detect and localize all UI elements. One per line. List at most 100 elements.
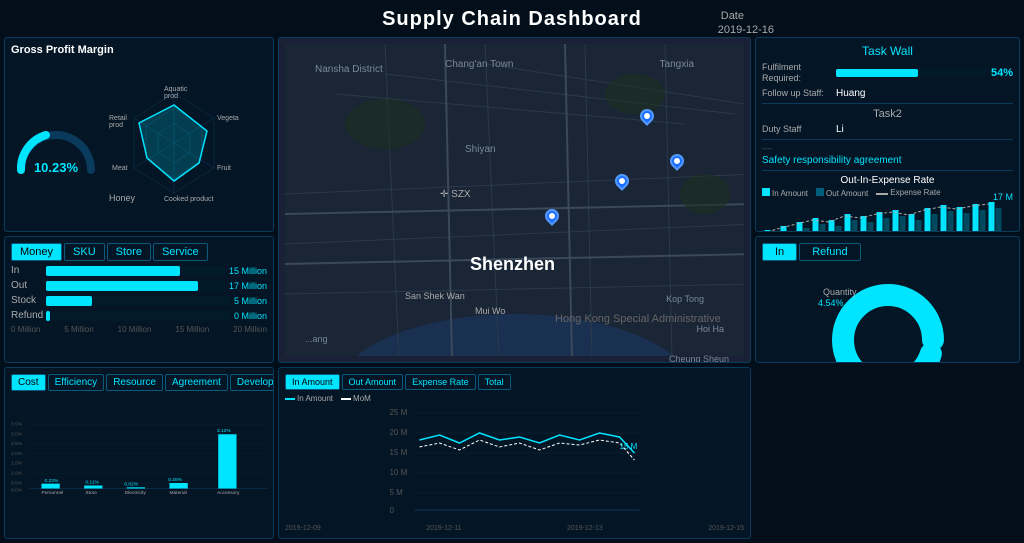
bar-fill-stock [46,296,92,306]
progress-fill [836,69,918,77]
map-label-cheunsheun: Cheung Sheun [669,354,729,363]
svg-text:0.23%: 0.23% [45,478,59,484]
svg-text:15 M: 15 M [620,442,638,451]
map-label-tangxia: Tangxia [660,59,694,70]
svg-text:3.5%: 3.5% [11,422,23,428]
bar-row-out: Out 17 Million [11,280,267,291]
bar-val-stock: 5 Million [234,296,267,306]
svg-text:Personnel: Personnel [41,490,63,496]
svg-text:3.12%: 3.12% [217,428,231,434]
map-label-muiwo: Mui Wo [475,306,505,316]
svg-text:0.28%: 0.28% [168,477,182,483]
map-panel: Nansha District Chang'an Town Tangxia Sh… [278,37,751,363]
cost-tab-cost[interactable]: Cost [11,374,46,391]
bar-fill-refund [46,311,50,321]
cost-chart-area: 3.5% 3.0% 2.5% 2.0% 1.5% 1.0% 0.5% 0.0% [11,395,267,532]
donut-panel: In Refund Quantity 4.54% Quality 95.16% [755,236,1020,363]
duty-staff-value: Li [836,124,844,135]
svg-text:Accessory: Accessory [217,490,240,496]
page-title: Supply Chain Dashboard [0,0,1024,33]
bar-val-out: 17 Million [229,281,267,291]
svg-text:Meat: Meat [112,165,128,172]
svg-text:2.5%: 2.5% [11,441,23,447]
svg-text:1.0%: 1.0% [11,471,23,477]
bar-fill-in [46,266,180,276]
cost-tab-agreement[interactable]: Agreement [165,374,228,391]
bar-row-in: In 15 Million [11,265,267,276]
map-label-hoiha: Hoi Ha [696,324,724,334]
total-tab-total[interactable]: Total [478,374,511,390]
svg-text:Store: Store [85,490,97,496]
bar-track-stock [46,296,230,306]
bar-label-refund: Refund [11,310,46,321]
svg-text:Fruit: Fruit [217,165,231,172]
gross-profit-panel: Gross Profit Margin 10.23% [4,37,274,232]
divider-1 [762,103,1013,104]
svg-text:Aquatic: Aquatic [164,86,188,93]
svg-text:4.54%: 4.54% [818,298,844,308]
followup-value: Huang [836,88,865,99]
svg-text:0.0%: 0.0% [11,488,23,494]
duty-staff-label: Duty Staff [762,124,832,135]
svg-text:25 M: 25 M [390,408,408,417]
map-label-sanshexwan: San Shek Wan [405,291,465,301]
bar-val-in: 15 Million [229,266,267,276]
cost-panel: Cost Efficiency Resource Agreement Devel… [4,367,274,539]
expense-legend: In Amount Out Amount Expense Rate [762,188,1013,198]
gross-profit-title: Gross Profit Margin [11,44,267,56]
donut-tabs: In Refund [762,243,1013,261]
line-chart: 25 M 20 M 15 M 10 M 5 M 0 [285,405,744,532]
svg-text:Quantity: Quantity [823,287,857,297]
bar-label-stock: Stock [11,295,46,306]
svg-text:Vegetable: Vegetable [217,115,239,122]
cost-tab-development[interactable]: Development [230,374,274,391]
divider-2 [762,139,1013,140]
svg-text:5 M: 5 M [390,488,404,497]
radar-chart: Aquatic prod Vegetable Fruit Cooked prod… [109,83,239,203]
tab-sku[interactable]: SKU [64,243,105,261]
map-label-ang: ...ang [305,334,328,344]
tab-money[interactable]: Money [11,243,62,261]
main-tabs: Money SKU Store Service [11,243,267,261]
bar-track-in [46,266,225,276]
tab-store[interactable]: Store [107,243,151,261]
progress-track [836,69,987,77]
svg-text:3.0%: 3.0% [11,431,23,437]
bar-track-refund [46,311,230,321]
svg-text:1.5%: 1.5% [11,461,23,467]
bar-track-out [46,281,225,291]
total-legend: In Amount MoM [285,394,744,403]
svg-text:prod: prod [109,122,123,129]
total-tab-out[interactable]: Out Amount [342,374,404,390]
svg-text:10 M: 10 M [390,468,408,477]
honey-label: Honey [109,193,135,203]
svg-text:0: 0 [390,506,395,515]
total-tab-in[interactable]: In Amount [285,374,340,390]
followup-label: Follow up Staff: [762,88,832,99]
total-x-axis: 2019-12-09 2019-12-11 2019-12-13 2019-12… [285,525,744,532]
main-bar-chart: In 15 Million Out 17 Million Stock [11,265,267,334]
map-label-changantown: Chang'an Town [445,59,513,70]
total-tabs: In Amount Out Amount Expense Rate Total [285,374,744,390]
bar-fill-out [46,281,198,291]
left-middle-panel: Money SKU Store Service In 15 Million Ou… [4,236,274,363]
map-label-north: Nansha District [315,64,383,75]
svg-text:0.02%: 0.02% [124,481,138,487]
svg-text:20 M: 20 M [390,428,408,437]
svg-text:Cooked product: Cooked product [164,196,213,203]
donut-tab-refund[interactable]: Refund [799,243,860,261]
map-label-kaikung: Kai Kung Leng [545,362,604,363]
line-chart-svg: 25 M 20 M 15 M 10 M 5 M 0 [285,405,744,520]
cost-tab-resource[interactable]: Resource [106,374,163,391]
map-city-label: Shenzhen [470,254,555,275]
safety-link[interactable]: Safety responsibility agreement [762,155,1013,166]
fulfilment-label: Fulfilment Required: [762,62,832,84]
total-tab-expense[interactable]: Expense Rate [405,374,476,390]
cost-tabs: Cost Efficiency Resource Agreement Devel… [11,374,267,391]
date-label: Date [721,10,744,22]
expense-bar-chart [762,200,1013,232]
cost-tab-efficiency[interactable]: Efficiency [48,374,105,391]
svg-text:Material: Material [169,490,186,496]
donut-tab-in[interactable]: In [762,243,797,261]
tab-service[interactable]: Service [153,243,208,261]
